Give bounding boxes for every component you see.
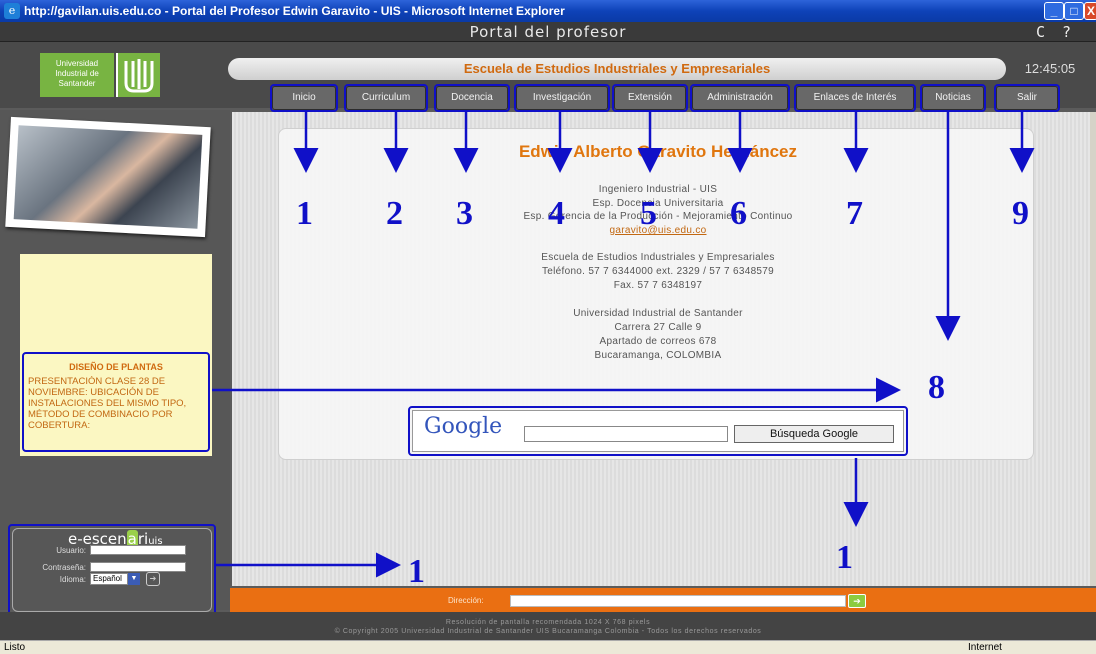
annotation-number: 5 [640,195,657,232]
annotation-number: 1 [296,195,313,232]
annotation-number: 7 [846,195,863,232]
annotation-number: 1 [836,539,853,576]
annotation-number: 8 [928,369,945,406]
annotation-number: 3 [456,195,473,232]
annotation-overlay: 1 2 3 4 5 6 7 9 8 1 1 [212,112,1035,590]
annotation-number: 9 [1012,195,1029,232]
annotation-number: 1 [408,553,425,590]
annotation-number: 4 [548,195,565,232]
annotation-number: 6 [730,195,747,232]
annotation-number: 2 [386,195,403,232]
